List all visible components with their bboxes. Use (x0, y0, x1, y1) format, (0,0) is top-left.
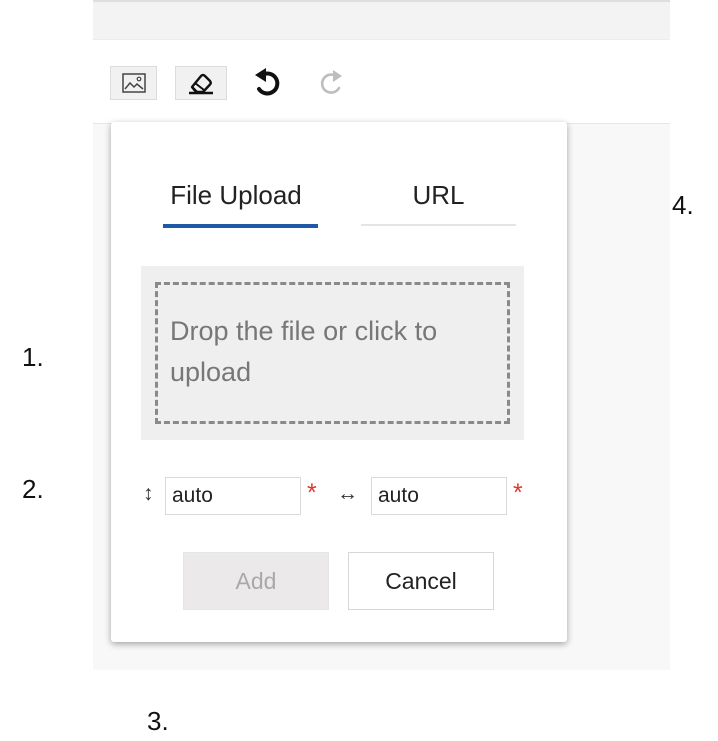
width-input[interactable] (371, 477, 507, 515)
tab-url[interactable]: URL (361, 180, 516, 211)
tab-divider (361, 224, 516, 226)
editor-top-bar (93, 0, 670, 40)
file-dropzone[interactable]: Drop the file or click to upload (141, 266, 524, 440)
tab-file-upload[interactable]: File Upload (153, 180, 319, 211)
add-button[interactable]: Add (183, 552, 329, 610)
insert-image-popup: File Upload URL Drop the file or click t… (111, 122, 567, 642)
insert-image-button[interactable] (110, 66, 157, 100)
marker-1: 1. (22, 342, 44, 372)
redo-button[interactable] (310, 66, 354, 100)
undo-icon (252, 66, 282, 100)
image-icon (121, 73, 146, 93)
dropzone-text: Drop the file or click to upload (155, 282, 510, 424)
marker-4: 4. (672, 190, 694, 220)
eraser-button[interactable] (175, 66, 227, 100)
undo-button[interactable] (245, 66, 289, 100)
eraser-icon (186, 71, 216, 95)
cancel-button[interactable]: Cancel (348, 552, 494, 610)
height-input[interactable] (165, 477, 301, 515)
width-icon: ↔ (337, 482, 358, 505)
marker-3: 3. (147, 706, 169, 736)
redo-icon (318, 67, 346, 99)
active-tab-indicator (163, 224, 318, 228)
width-required-mark: * (513, 479, 523, 507)
marker-2: 2. (22, 474, 44, 504)
height-required-mark: * (307, 479, 317, 507)
height-icon: ↕ (143, 482, 154, 505)
